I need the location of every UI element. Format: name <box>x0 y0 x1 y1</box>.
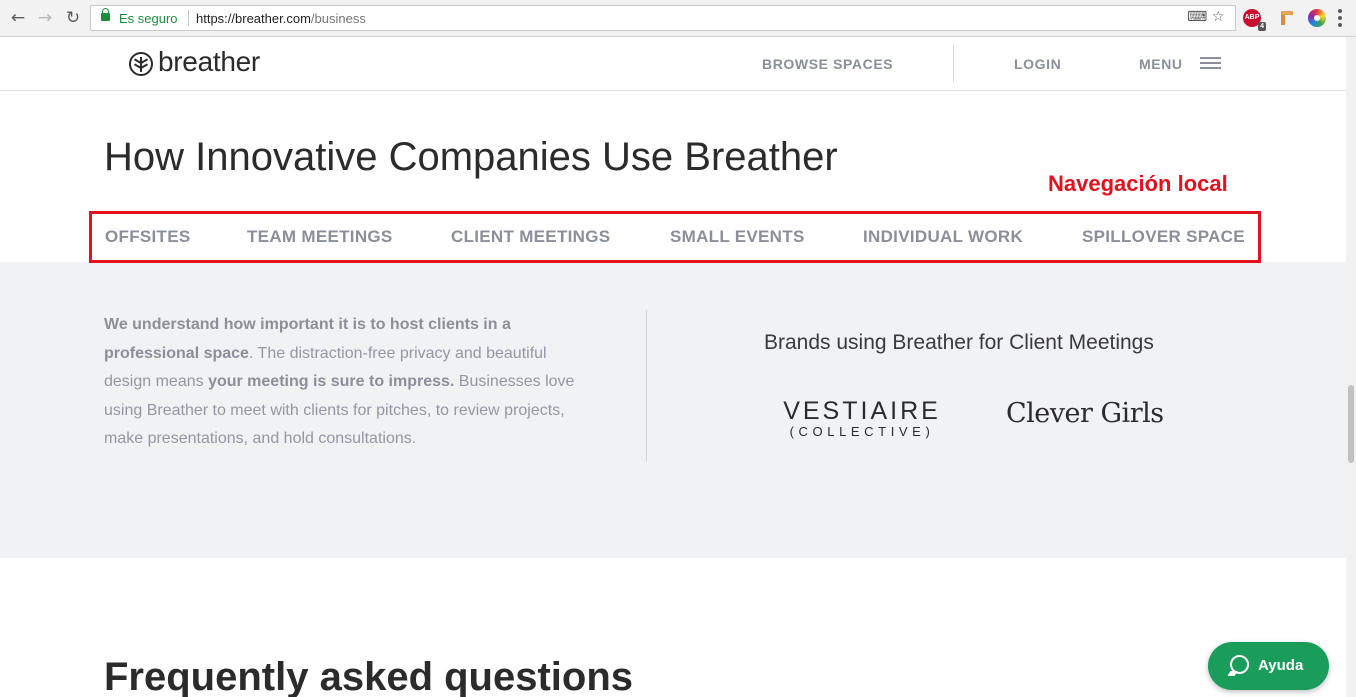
menu-button[interactable]: MENU <box>1139 56 1183 72</box>
logo-wordmark[interactable]: breather <box>158 46 260 78</box>
vestiaire-collective-logo: VESTIAIRE (COLLECTIVE) <box>783 397 941 439</box>
hamburger-icon[interactable] <box>1200 57 1221 69</box>
help-button[interactable]: Ayuda <box>1208 642 1329 690</box>
faq-heading: Frequently asked questions <box>104 655 634 697</box>
page-title: How Innovative Companies Use Breather <box>104 135 838 179</box>
back-arrow-icon[interactable]: ← <box>8 8 28 28</box>
annotation-label: Navegación local <box>1048 171 1228 196</box>
color-picker-extension-icon[interactable] <box>1308 9 1326 27</box>
header-divider <box>953 45 954 82</box>
adblock-count-badge: 4 <box>1258 22 1266 31</box>
browser-toolbar: ← → ↻ Es seguro https://breather.com/bus… <box>0 0 1356 37</box>
section-description: We understand how important it is to hos… <box>104 316 575 447</box>
forward-arrow-icon[interactable]: → <box>35 8 55 28</box>
scrollbar-thumb[interactable] <box>1348 385 1354 463</box>
client-meetings-section: We understand how important it is to hos… <box>0 262 1346 558</box>
reload-icon[interactable]: ↻ <box>63 8 83 28</box>
site-header: breather BROWSE SPACES LOGIN MENU <box>0 37 1346 91</box>
chat-bubble-icon <box>1230 655 1249 674</box>
adblock-extension-icon[interactable]: ABP 4 <box>1243 9 1266 31</box>
page-scrollbar[interactable] <box>1346 37 1356 697</box>
url-text[interactable]: https://breather.com/business <box>196 11 366 26</box>
tool-extension-icon[interactable] <box>1278 9 1296 27</box>
url-separator <box>188 10 189 26</box>
lock-icon <box>101 8 110 21</box>
clever-girls-logo: Clever Girls <box>1006 398 1164 429</box>
login-link[interactable]: LOGIN <box>1014 56 1061 72</box>
browser-menu-icon[interactable] <box>1338 9 1342 27</box>
translate-icon[interactable]: ⌨ <box>1187 9 1207 25</box>
annotation-highlight-box <box>89 211 1261 263</box>
breather-logo-icon[interactable] <box>129 52 153 76</box>
brands-heading: Brands using Breather for Client Meeting… <box>764 331 1154 354</box>
section-divider <box>646 310 647 462</box>
security-label: Es seguro <box>119 11 178 26</box>
help-label: Ayuda <box>1258 657 1304 674</box>
bookmark-star-icon[interactable]: ☆ <box>1212 9 1225 25</box>
browse-spaces-link[interactable]: BROWSE SPACES <box>762 56 893 72</box>
address-bar[interactable]: Es seguro https://breather.com/business … <box>90 5 1236 31</box>
